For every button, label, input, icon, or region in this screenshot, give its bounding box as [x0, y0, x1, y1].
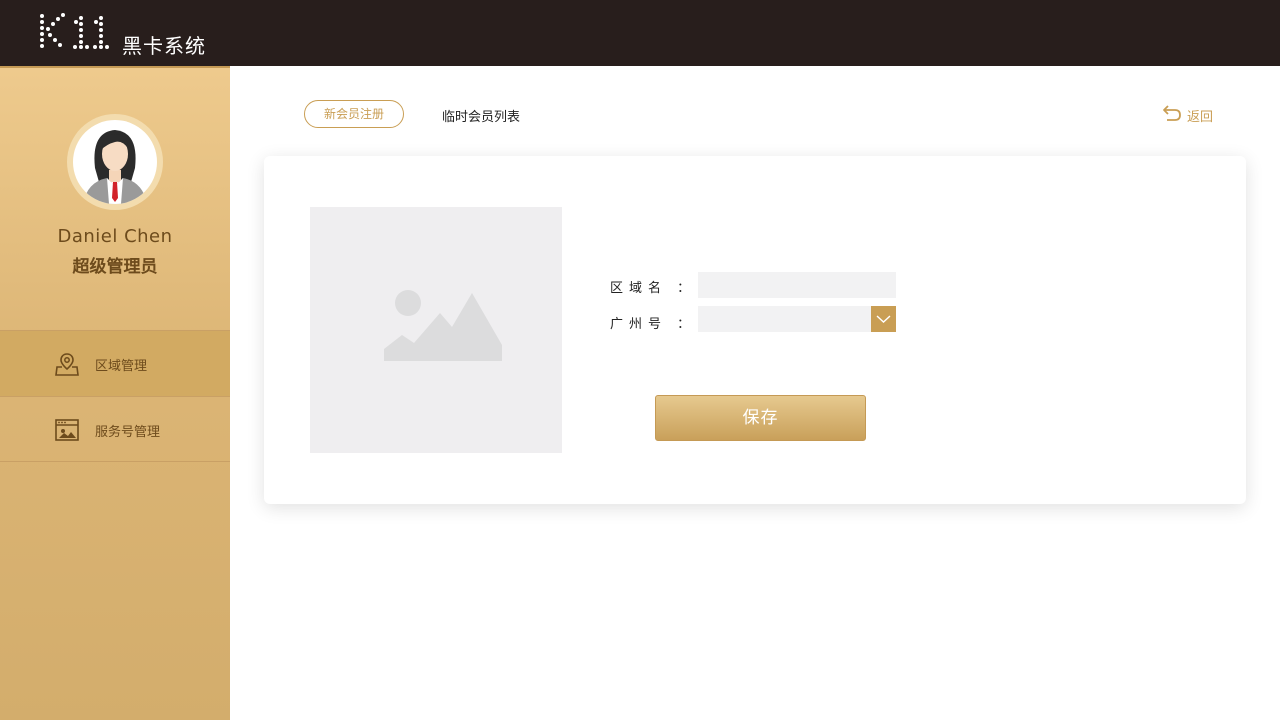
sidebar-item-label: 区域管理	[95, 359, 148, 374]
back-label: 返回	[1187, 110, 1214, 125]
area-name-input[interactable]	[698, 272, 896, 298]
undo-arrow-icon	[1163, 105, 1181, 121]
sidebar-item-label: 服务号管理	[95, 425, 161, 440]
tab-temporary-member-list[interactable]: 临时会员列表	[442, 106, 520, 125]
image-placeholder-icon	[384, 290, 502, 361]
sidebar-item-service-management[interactable]: 服务号管理	[0, 396, 230, 462]
registration-card: 区域名 ： 广州号 ： 保存	[264, 156, 1246, 504]
app-name: 黑卡系统	[122, 34, 206, 58]
tab-new-member-registration[interactable]: 新会员注册	[304, 100, 404, 128]
sidebar-item-area-management[interactable]: 区域管理	[0, 330, 230, 396]
image-placeholder[interactable]	[310, 207, 562, 453]
avatar-image	[73, 120, 157, 204]
user-avatar-icon	[83, 130, 147, 204]
area-name-label: 区域名 ：	[610, 281, 697, 296]
user-role: 超级管理员	[72, 257, 158, 277]
k11-logo-icon	[40, 13, 109, 49]
save-button[interactable]: 保存	[655, 395, 866, 441]
dropdown-button[interactable]	[871, 306, 896, 332]
user-name: Daniel Chen	[57, 226, 173, 247]
service-window-icon	[55, 419, 79, 441]
top-bar: 黑卡系统	[0, 0, 1280, 66]
map-pin-icon	[55, 353, 79, 376]
sidebar: Daniel Chen 超级管理员 区域管理 服务号管理	[0, 66, 230, 720]
city-number-label: 广州号 ：	[610, 317, 697, 332]
avatar[interactable]	[67, 114, 163, 210]
chevron-down-icon	[876, 315, 891, 323]
city-number-select[interactable]	[698, 306, 896, 332]
